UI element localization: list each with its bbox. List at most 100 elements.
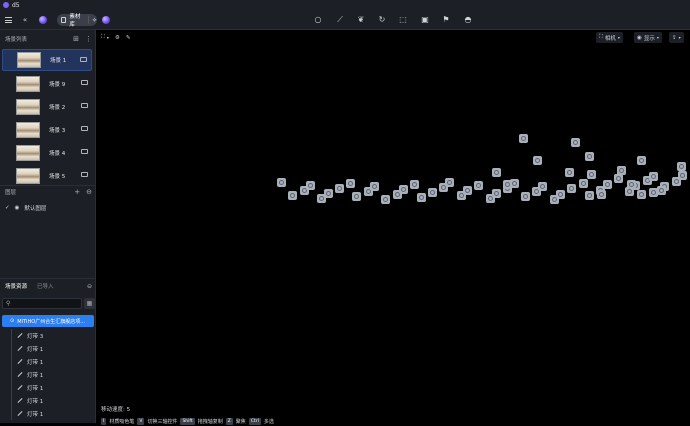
light-marker-icon[interactable]	[657, 186, 666, 195]
scene-item[interactable]: 场景 3	[2, 119, 92, 141]
camera-icon[interactable]	[81, 172, 88, 177]
light-marker-icon[interactable]	[637, 190, 646, 199]
refresh-icon: ↻	[378, 15, 386, 24]
list-item[interactable]: 灯带 1	[0, 407, 96, 420]
light-marker-icon[interactable]	[597, 190, 606, 199]
material-library-icon	[61, 17, 67, 23]
scene-item[interactable]: 场景 9	[2, 73, 92, 95]
more-options-icon[interactable]: ⋮	[85, 35, 92, 43]
light-marker-icon[interactable]	[503, 180, 512, 189]
light-tool-button[interactable]: ○	[313, 14, 323, 26]
light-marker-icon[interactable]	[649, 172, 658, 181]
vegetation-tool-button[interactable]: ❦	[356, 14, 366, 26]
frame-tool-button[interactable]: ▣	[420, 14, 430, 26]
light-marker-icon[interactable]	[587, 170, 596, 179]
light-marker-icon[interactable]	[677, 162, 686, 171]
light-marker-icon[interactable]	[627, 180, 636, 189]
light-marker-icon[interactable]	[556, 190, 565, 199]
light-marker-icon[interactable]	[565, 168, 574, 177]
flag-tool-button[interactable]: ⚑	[441, 14, 451, 26]
chevron-down-icon[interactable]: ▾	[107, 35, 109, 40]
3d-viewport[interactable]: ⛶ ▾ ⚙ ✎ ⛶ 相机 ▾ ◉ 显示 ▾ ⇪ ▾ 移动速度: 5 I 材质吸色笔…	[97, 30, 690, 425]
asset-search-input[interactable]: ⚲	[2, 298, 82, 309]
light-marker-icon[interactable]	[370, 182, 379, 191]
eye-icon: ◉	[637, 34, 642, 41]
light-marker-icon[interactable]	[288, 191, 298, 200]
light-marker-icon[interactable]	[585, 152, 594, 161]
d5-ai-button[interactable]	[101, 14, 111, 26]
light-marker-icon[interactable]	[398, 185, 408, 194]
scene-item[interactable]: 场景 5	[2, 165, 92, 187]
camera-icon[interactable]	[81, 149, 88, 154]
light-marker-icon[interactable]	[381, 195, 391, 204]
transform-icon[interactable]: ⛶	[101, 34, 105, 41]
light-marker-icon[interactable]	[571, 138, 580, 147]
light-marker-icon[interactable]	[567, 184, 577, 194]
light-marker-icon[interactable]	[637, 156, 646, 165]
layer-row-default[interactable]: ✓ ◉ 默认图层	[0, 202, 96, 214]
list-item[interactable]: 灯带 1	[0, 381, 96, 394]
path-tool-button[interactable]: ⟋	[335, 14, 345, 26]
light-marker-icon[interactable]	[427, 188, 437, 197]
camera-icon[interactable]	[81, 80, 88, 85]
list-item[interactable]: 灯带 1	[0, 368, 96, 381]
light-marker-icon[interactable]	[277, 178, 286, 187]
camera-dropdown[interactable]: ⛶ 相机 ▾	[596, 32, 623, 43]
light-marker-icon[interactable]	[474, 181, 484, 190]
add-layer-icon[interactable]: +	[74, 188, 80, 196]
light-marker-icon[interactable]	[519, 134, 528, 143]
display-dropdown[interactable]: ◉ 显示 ▾	[634, 32, 662, 43]
light-marker-icon[interactable]	[677, 171, 687, 181]
selected-asset-row[interactable]: ⊙ MITIHO广州合生汇旗舰店项...	[2, 315, 94, 327]
scene-item[interactable]: 场景 2	[2, 96, 92, 118]
light-marker-icon[interactable]	[491, 189, 501, 198]
add-scene-icon[interactable]: ⊞	[73, 35, 79, 43]
material-library-button[interactable]: 素材库 ✧	[57, 14, 97, 28]
tab-scene-assets[interactable]: 场景资源	[5, 282, 27, 290]
light-marker-icon[interactable]	[602, 180, 612, 189]
assistant-button[interactable]	[38, 14, 48, 26]
light-marker-icon[interactable]	[346, 179, 356, 188]
light-marker-icon[interactable]	[445, 178, 455, 187]
light-marker-icon[interactable]	[492, 168, 501, 177]
light-marker-icon[interactable]	[613, 174, 623, 184]
light-marker-icon[interactable]	[352, 192, 362, 201]
list-item-label: 灯带 1	[27, 411, 44, 418]
check-icon[interactable]: ✓	[5, 205, 10, 211]
list-item[interactable]: 灯带 1	[0, 342, 96, 355]
tab-imported[interactable]: 已导入	[37, 282, 54, 290]
light-marker-icon[interactable]	[617, 166, 626, 175]
collapse-icon[interactable]: ⊖	[87, 283, 92, 290]
layer-options-icon[interactable]: ⊖	[86, 188, 92, 196]
light-marker-icon[interactable]	[578, 178, 588, 188]
light-marker-icon[interactable]	[584, 191, 594, 201]
light-marker-icon[interactable]	[538, 182, 548, 191]
list-item[interactable]: 灯带 1	[0, 394, 96, 407]
camera-icon[interactable]	[81, 126, 88, 131]
light-marker-icon[interactable]	[463, 186, 472, 195]
eyedropper-icon[interactable]: ✎	[126, 35, 131, 41]
list-item[interactable]: 灯带 3	[0, 329, 96, 342]
search-icon: ⚲	[6, 300, 11, 307]
model-tool-button[interactable]: ⬚	[398, 14, 408, 26]
eye-icon[interactable]: ◉	[15, 205, 20, 211]
light-marker-icon[interactable]	[305, 181, 315, 190]
light-marker-icon[interactable]	[520, 192, 530, 201]
scene-item[interactable]: 场景 1	[2, 49, 92, 71]
light-marker-icon[interactable]	[334, 184, 344, 193]
light-marker-icon[interactable]	[533, 156, 542, 165]
light-marker-icon[interactable]	[323, 189, 333, 198]
settings-icon[interactable]: ⚙	[115, 35, 120, 41]
weather-tool-button[interactable]: ↻	[377, 14, 387, 26]
export-dropdown[interactable]: ⇪ ▾	[669, 32, 684, 43]
camera-icon[interactable]	[81, 103, 88, 108]
camera-icon[interactable]	[80, 57, 87, 62]
scene-item[interactable]: 场景 4	[2, 142, 92, 164]
menu-button[interactable]	[3, 14, 13, 26]
light-marker-icon[interactable]	[416, 193, 426, 202]
grid-view-button[interactable]: ▦	[84, 298, 95, 309]
effects-tool-button[interactable]: ◓	[463, 14, 473, 26]
light-marker-icon[interactable]	[410, 180, 420, 189]
rewind-button[interactable]: «	[20, 14, 30, 26]
list-item[interactable]: 灯带 1	[0, 355, 96, 368]
